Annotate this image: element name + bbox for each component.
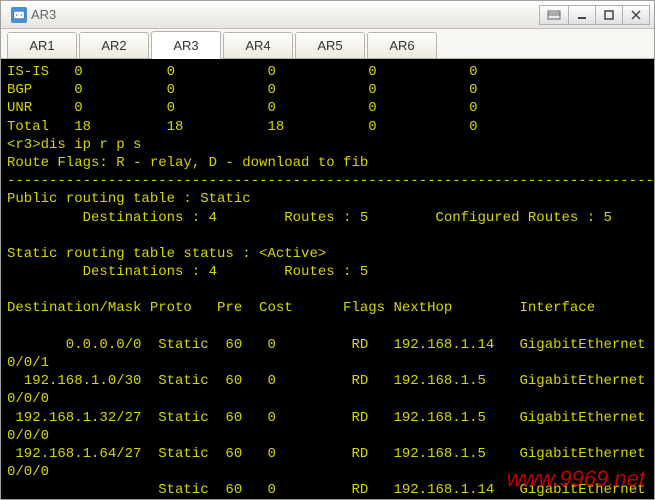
tab-ar4[interactable]: AR4: [223, 32, 293, 58]
tab-ar3[interactable]: AR3: [151, 31, 221, 59]
app-window: AR3 AR1 AR2 AR3 AR4 AR5 AR6 IS-IS 0 0 0 …: [0, 0, 655, 500]
close-button[interactable]: [622, 5, 650, 25]
app-icon: [11, 7, 27, 23]
window-controls: [540, 5, 650, 25]
titlebar-left: AR3: [5, 7, 56, 23]
toolbar-button-1[interactable]: [539, 5, 569, 25]
maximize-button[interactable]: [595, 5, 623, 25]
titlebar: AR3: [1, 1, 654, 29]
tab-ar5[interactable]: AR5: [295, 32, 365, 58]
tab-ar6[interactable]: AR6: [367, 32, 437, 58]
tabbar: AR1 AR2 AR3 AR4 AR5 AR6: [1, 29, 654, 59]
terminal-output[interactable]: IS-IS 0 0 0 0 0 BGP 0 0 0 0 0 UNR 0 0 0 …: [1, 59, 654, 499]
window-title: AR3: [31, 7, 56, 22]
tab-ar2[interactable]: AR2: [79, 32, 149, 58]
tab-ar1[interactable]: AR1: [7, 32, 77, 58]
minimize-button[interactable]: [568, 5, 596, 25]
